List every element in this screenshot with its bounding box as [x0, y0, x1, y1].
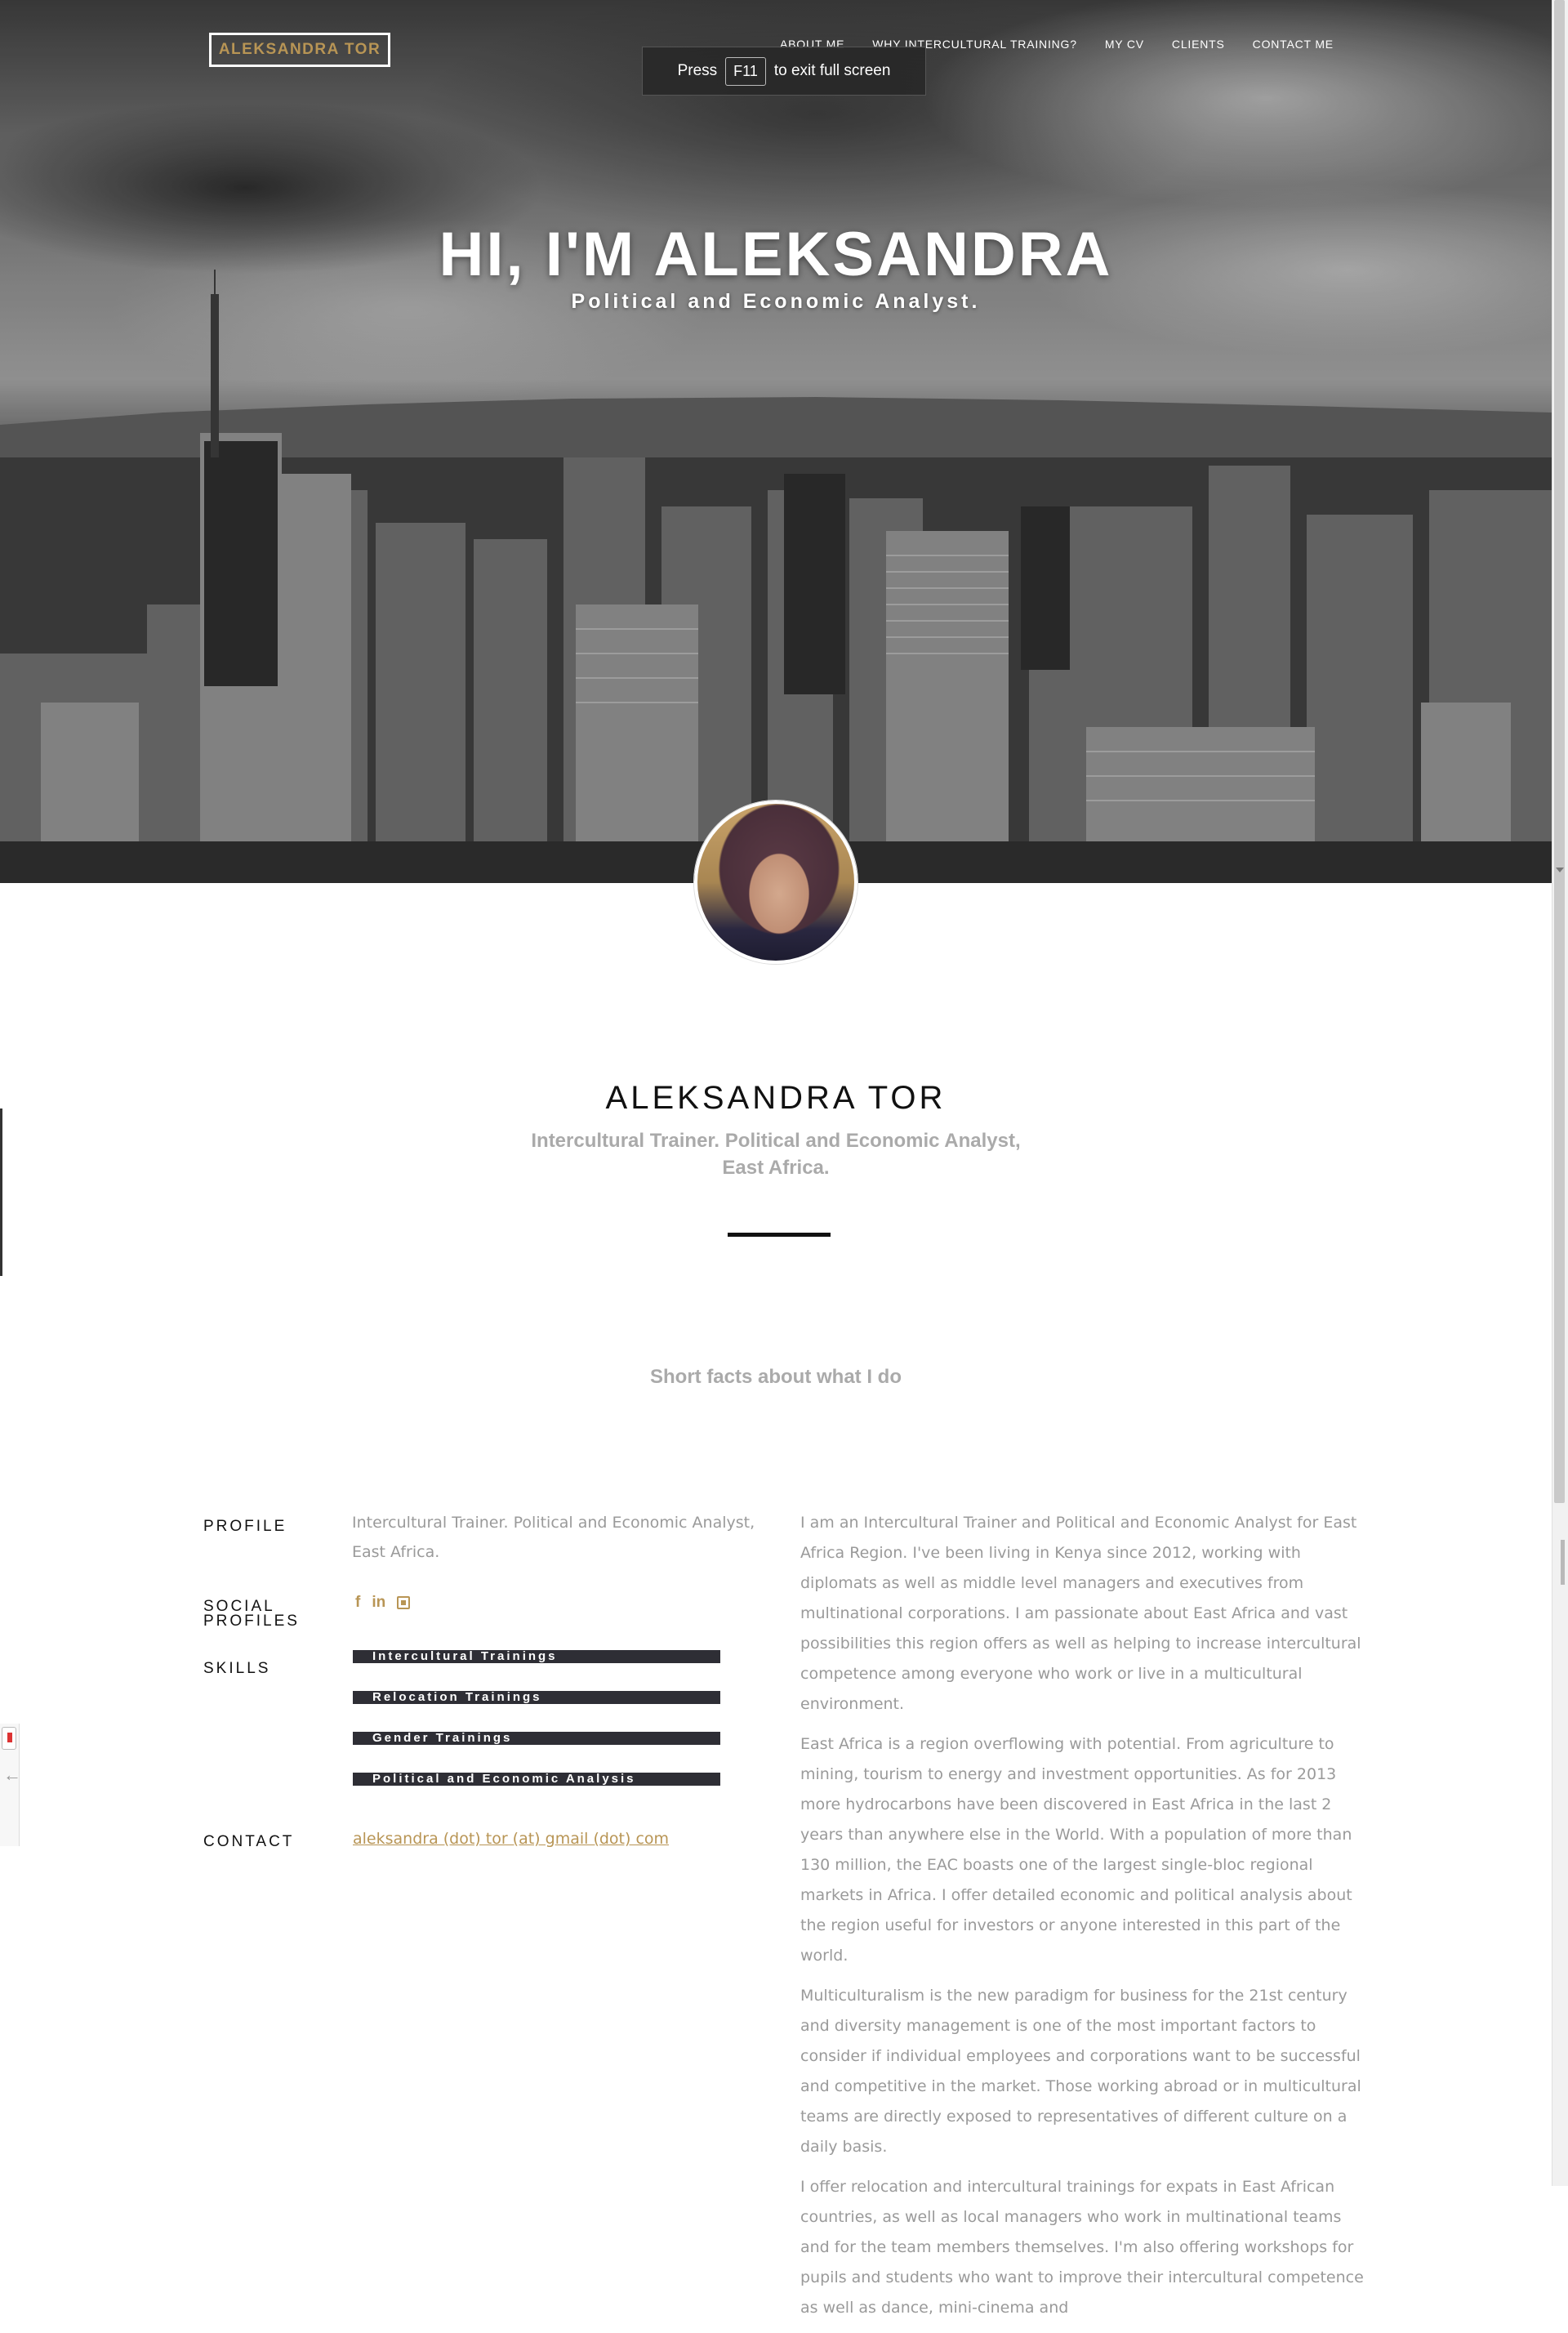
- facebook-icon[interactable]: f: [355, 1595, 360, 1611]
- social-profiles-label: SOCIAL PROFILES: [203, 1599, 300, 1629]
- social-label-line-2: PROFILES: [203, 1613, 300, 1630]
- fullscreen-notice-text: to exit full screen: [773, 62, 891, 79]
- contact-email-link[interactable]: aleksandra (dot) tor (at) gmail (dot) co…: [353, 1830, 669, 1848]
- section-divider: [728, 1233, 831, 1237]
- bio-paragraph: East Africa is a region overflowing with…: [800, 1735, 1352, 1965]
- scrollbar-thumb[interactable]: [1554, 0, 1565, 1503]
- hero-title: HI, I'M ALEKSANDRA: [439, 220, 1113, 289]
- scroll-down-arrow-icon[interactable]: [1556, 868, 1564, 872]
- nav-my-cv[interactable]: MY CV: [1105, 38, 1144, 51]
- social-links: f in: [355, 1595, 411, 1611]
- back-arrow-icon[interactable]: ←: [3, 1764, 21, 1786]
- hero-section: ALEKSANDRA TOR ABOUT ME WHY INTERCULTURA…: [0, 0, 1552, 883]
- fullscreen-notice-key: F11: [725, 56, 766, 86]
- profile-text: Intercultural Trainer. Political and Eco…: [352, 1514, 755, 1561]
- bio-paragraph: I offer relocation and intercultural tra…: [800, 2178, 1364, 2317]
- profile-label: PROFILE: [203, 1518, 287, 1535]
- nav-clients[interactable]: CLIENTS: [1172, 38, 1225, 51]
- profile-avatar: [694, 801, 858, 964]
- linkedin-icon[interactable]: in: [372, 1595, 385, 1611]
- skill-bar: Relocation Trainings: [353, 1691, 720, 1704]
- left-edge-panel[interactable]: ←: [0, 1724, 21, 1846]
- tagline-line-1: Intercultural Trainer. Political and Eco…: [531, 1130, 1021, 1152]
- left-edge-line: [0, 1109, 2, 1276]
- fullscreen-notice: Press F11 to exit full screen: [642, 47, 926, 96]
- scrollbar-marker: [1561, 1540, 1565, 1585]
- nav-contact-me[interactable]: CONTACT ME: [1253, 38, 1334, 51]
- skill-bar: Intercultural Trainings: [353, 1650, 720, 1663]
- person-tagline: Intercultural Trainer. Political and Eco…: [506, 1127, 1045, 1181]
- youtube-icon[interactable]: [397, 1596, 411, 1609]
- bio-paragraph: I am an Intercultural Trainer and Politi…: [800, 1514, 1361, 1713]
- bio-paragraph: Multiculturalism is the new paradigm for…: [800, 1987, 1361, 2156]
- person-name: ALEKSANDRA TOR: [605, 1080, 947, 1116]
- skills-label: SKILLS: [203, 1660, 271, 1677]
- browser-tab-icon[interactable]: [2, 1727, 16, 1750]
- logo-text: ALEKSANDRA TOR: [218, 41, 381, 58]
- site-logo[interactable]: ALEKSANDRA TOR: [209, 33, 390, 67]
- tagline-line-2: East Africa.: [722, 1157, 830, 1179]
- contact-label: CONTACT: [203, 1833, 295, 1850]
- hero-overlay: [0, 0, 1552, 883]
- facts-heading: Short facts about what I do: [649, 1366, 902, 1388]
- fullscreen-notice-press: Press: [677, 62, 718, 79]
- skill-bar: Gender Trainings: [353, 1732, 720, 1745]
- bio-text: I am an Intercultural Trainer and Politi…: [800, 1508, 1372, 2333]
- hero-subtitle: Political and Economic Analyst.: [571, 290, 981, 313]
- skill-bar: Political and Economic Analysis: [353, 1773, 720, 1786]
